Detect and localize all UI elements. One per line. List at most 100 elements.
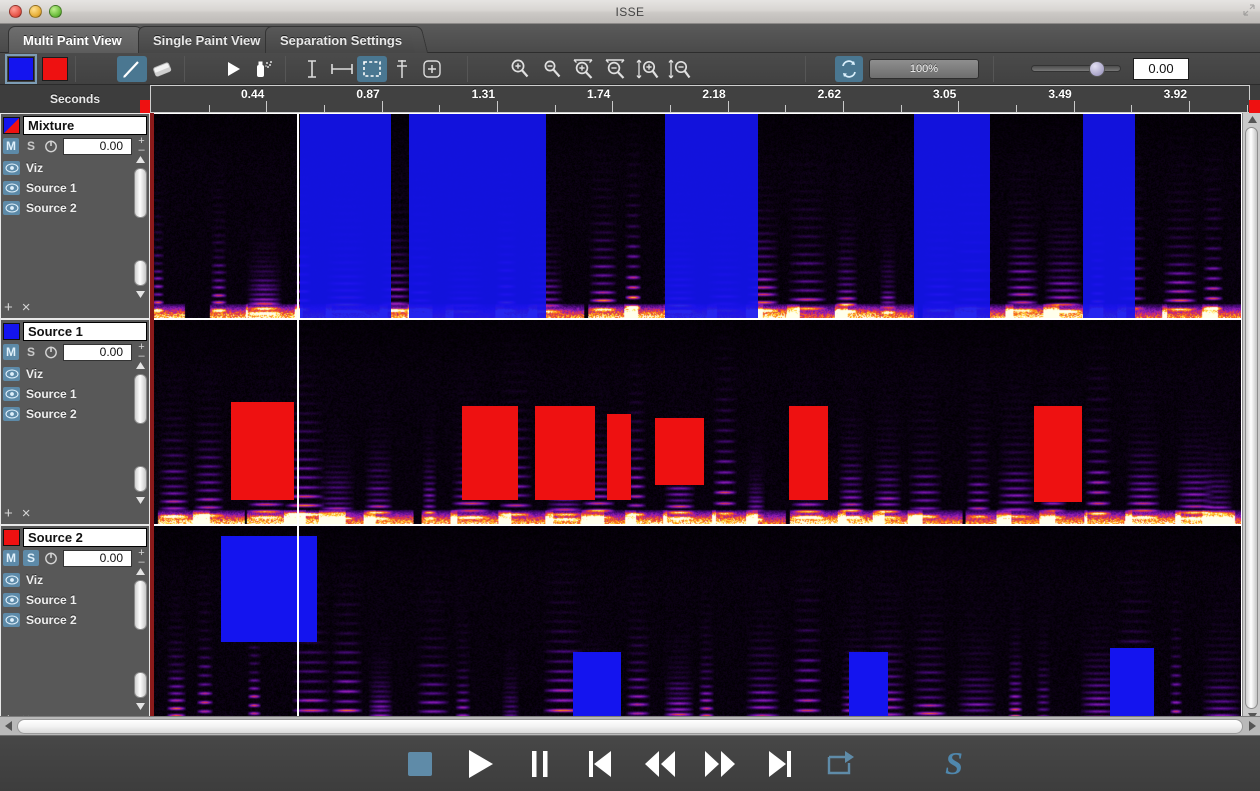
track-name-input[interactable]: Source 1 (23, 322, 147, 341)
layer-scroll-down-arrow-icon[interactable] (134, 289, 147, 300)
layer-scroll-down-arrow-icon[interactable] (134, 701, 147, 712)
resize-grip-icon[interactable] (1243, 4, 1255, 16)
pause-button[interactable] (520, 744, 560, 784)
box-select-tool-button[interactable] (357, 55, 387, 82)
paint-region[interactable] (606, 413, 631, 500)
paint-region[interactable] (572, 652, 621, 726)
solo-button[interactable]: S (23, 550, 39, 566)
fast-forward-button[interactable] (700, 744, 740, 784)
add-tool-button[interactable] (417, 56, 447, 82)
time-range-tool-button[interactable] (327, 56, 357, 82)
paint-region[interactable] (534, 405, 595, 500)
loop-playback-button[interactable] (820, 744, 860, 784)
eye-icon[interactable] (3, 387, 20, 401)
power-icon[interactable] (43, 138, 59, 154)
layer-item[interactable]: Source 2 (3, 404, 149, 424)
mix-slider[interactable] (1031, 59, 1121, 79)
pointer-tool-button[interactable] (218, 56, 248, 82)
paint-region[interactable] (788, 405, 828, 500)
eye-icon[interactable] (3, 613, 20, 627)
zoom-out-vertical-button[interactable] (665, 56, 695, 82)
zoom-out-button[interactable] (537, 56, 567, 82)
tab-single-paint-view[interactable]: Single Paint View (138, 26, 276, 53)
track-color-swatch[interactable] (3, 323, 20, 340)
power-icon[interactable] (43, 550, 59, 566)
selection-end-marker[interactable] (1249, 100, 1260, 113)
spectrogram-canvas[interactable] (150, 525, 1242, 731)
layer-scroll-down-arrow-icon[interactable] (134, 495, 147, 506)
stop-button[interactable] (400, 744, 440, 784)
timeline-ruler[interactable]: 0.44 0.87 1.31 1.74 2.18 2.62 3.05 3.49 3.92 (150, 85, 1250, 113)
solo-button[interactable]: S (23, 344, 39, 360)
zoom-in-vertical-button[interactable] (633, 56, 663, 82)
layer-item[interactable]: Source 1 (3, 384, 149, 404)
layer-scroll-thumb-lower[interactable] (134, 465, 147, 492)
add-layer-button[interactable]: + (4, 505, 13, 522)
paint-region[interactable] (848, 652, 888, 726)
tab-multi-paint-view[interactable]: Multi Paint View (8, 26, 137, 53)
paint-region[interactable] (654, 417, 704, 486)
mute-button[interactable]: M (3, 138, 19, 154)
eye-icon[interactable] (3, 181, 20, 195)
track-name-input[interactable]: Mixture (23, 116, 147, 135)
layer-scroll-thumb[interactable] (134, 374, 147, 424)
track-color-swatch[interactable] (3, 117, 20, 134)
paint-region[interactable] (230, 401, 294, 500)
paint-region[interactable] (461, 405, 519, 500)
zoom-out-horizontal-button[interactable] (601, 56, 631, 82)
spectrogram-canvas[interactable] (150, 319, 1242, 525)
paint-region[interactable] (1033, 405, 1082, 502)
power-icon[interactable] (43, 344, 59, 360)
eye-icon[interactable] (3, 161, 20, 175)
scroll-left-arrow-icon[interactable] (0, 717, 16, 736)
paint-region[interactable] (1110, 648, 1154, 726)
track-time-field[interactable]: 0.00 (63, 137, 132, 155)
layer-scroll-thumb-lower[interactable] (134, 259, 147, 286)
eye-icon[interactable] (3, 407, 20, 421)
loop-toggle-button[interactable] (835, 55, 863, 82)
zoom-in-horizontal-button[interactable] (569, 56, 599, 82)
layer-scroll-thumb-lower[interactable] (134, 671, 147, 698)
mute-button[interactable]: M (3, 344, 19, 360)
scroll-right-arrow-icon[interactable] (1244, 717, 1260, 736)
main-vertical-scrollbar[interactable] (1242, 113, 1260, 723)
track-time-field[interactable]: 0.00 (63, 549, 132, 567)
layer-item[interactable]: Source 2 (3, 198, 149, 218)
scroll-up-arrow-icon[interactable] (1243, 113, 1260, 126)
track-color-swatch[interactable] (3, 529, 20, 546)
layer-scroll-up-arrow-icon[interactable] (134, 360, 147, 371)
paint-color-red-swatch[interactable] (42, 56, 68, 81)
track-layer-scrollbar[interactable] (134, 360, 147, 506)
layer-item[interactable]: Viz (3, 570, 149, 590)
layer-item[interactable]: Source 1 (3, 178, 149, 198)
paint-region[interactable] (409, 114, 546, 318)
slider-knob[interactable] (1089, 60, 1105, 77)
layer-scroll-thumb[interactable] (134, 168, 147, 218)
zoom-in-button[interactable] (505, 56, 535, 82)
track-layer-scrollbar[interactable] (134, 566, 147, 712)
track-stepper[interactable]: + – (136, 136, 147, 156)
paint-region[interactable] (220, 536, 317, 643)
paint-region[interactable] (914, 114, 991, 318)
layer-item[interactable]: Viz (3, 158, 149, 178)
zoom-percent-field[interactable]: 100% (869, 58, 979, 79)
eye-icon[interactable] (3, 573, 20, 587)
playhead[interactable] (297, 114, 300, 318)
track-time-field[interactable]: 0.00 (63, 343, 132, 361)
track-name-input[interactable]: Source 2 (23, 528, 147, 547)
freq-range-tool-button[interactable] (387, 56, 417, 82)
horizontal-scrollbar[interactable] (0, 716, 1260, 735)
layer-item[interactable]: Source 1 (3, 590, 149, 610)
eye-icon[interactable] (3, 201, 20, 215)
layer-scroll-up-arrow-icon[interactable] (134, 566, 147, 577)
rewind-button[interactable] (640, 744, 680, 784)
eye-icon[interactable] (3, 593, 20, 607)
layer-scroll-up-arrow-icon[interactable] (134, 154, 147, 165)
paint-color-blue-swatch[interactable] (5, 53, 37, 84)
layer-scroll-thumb[interactable] (134, 580, 147, 630)
go-to-end-button[interactable] (760, 744, 800, 784)
paint-region[interactable] (300, 114, 391, 318)
track-stepper[interactable]: + – (136, 342, 147, 362)
paint-region[interactable] (1082, 114, 1136, 318)
layer-item[interactable]: Viz (3, 364, 149, 384)
